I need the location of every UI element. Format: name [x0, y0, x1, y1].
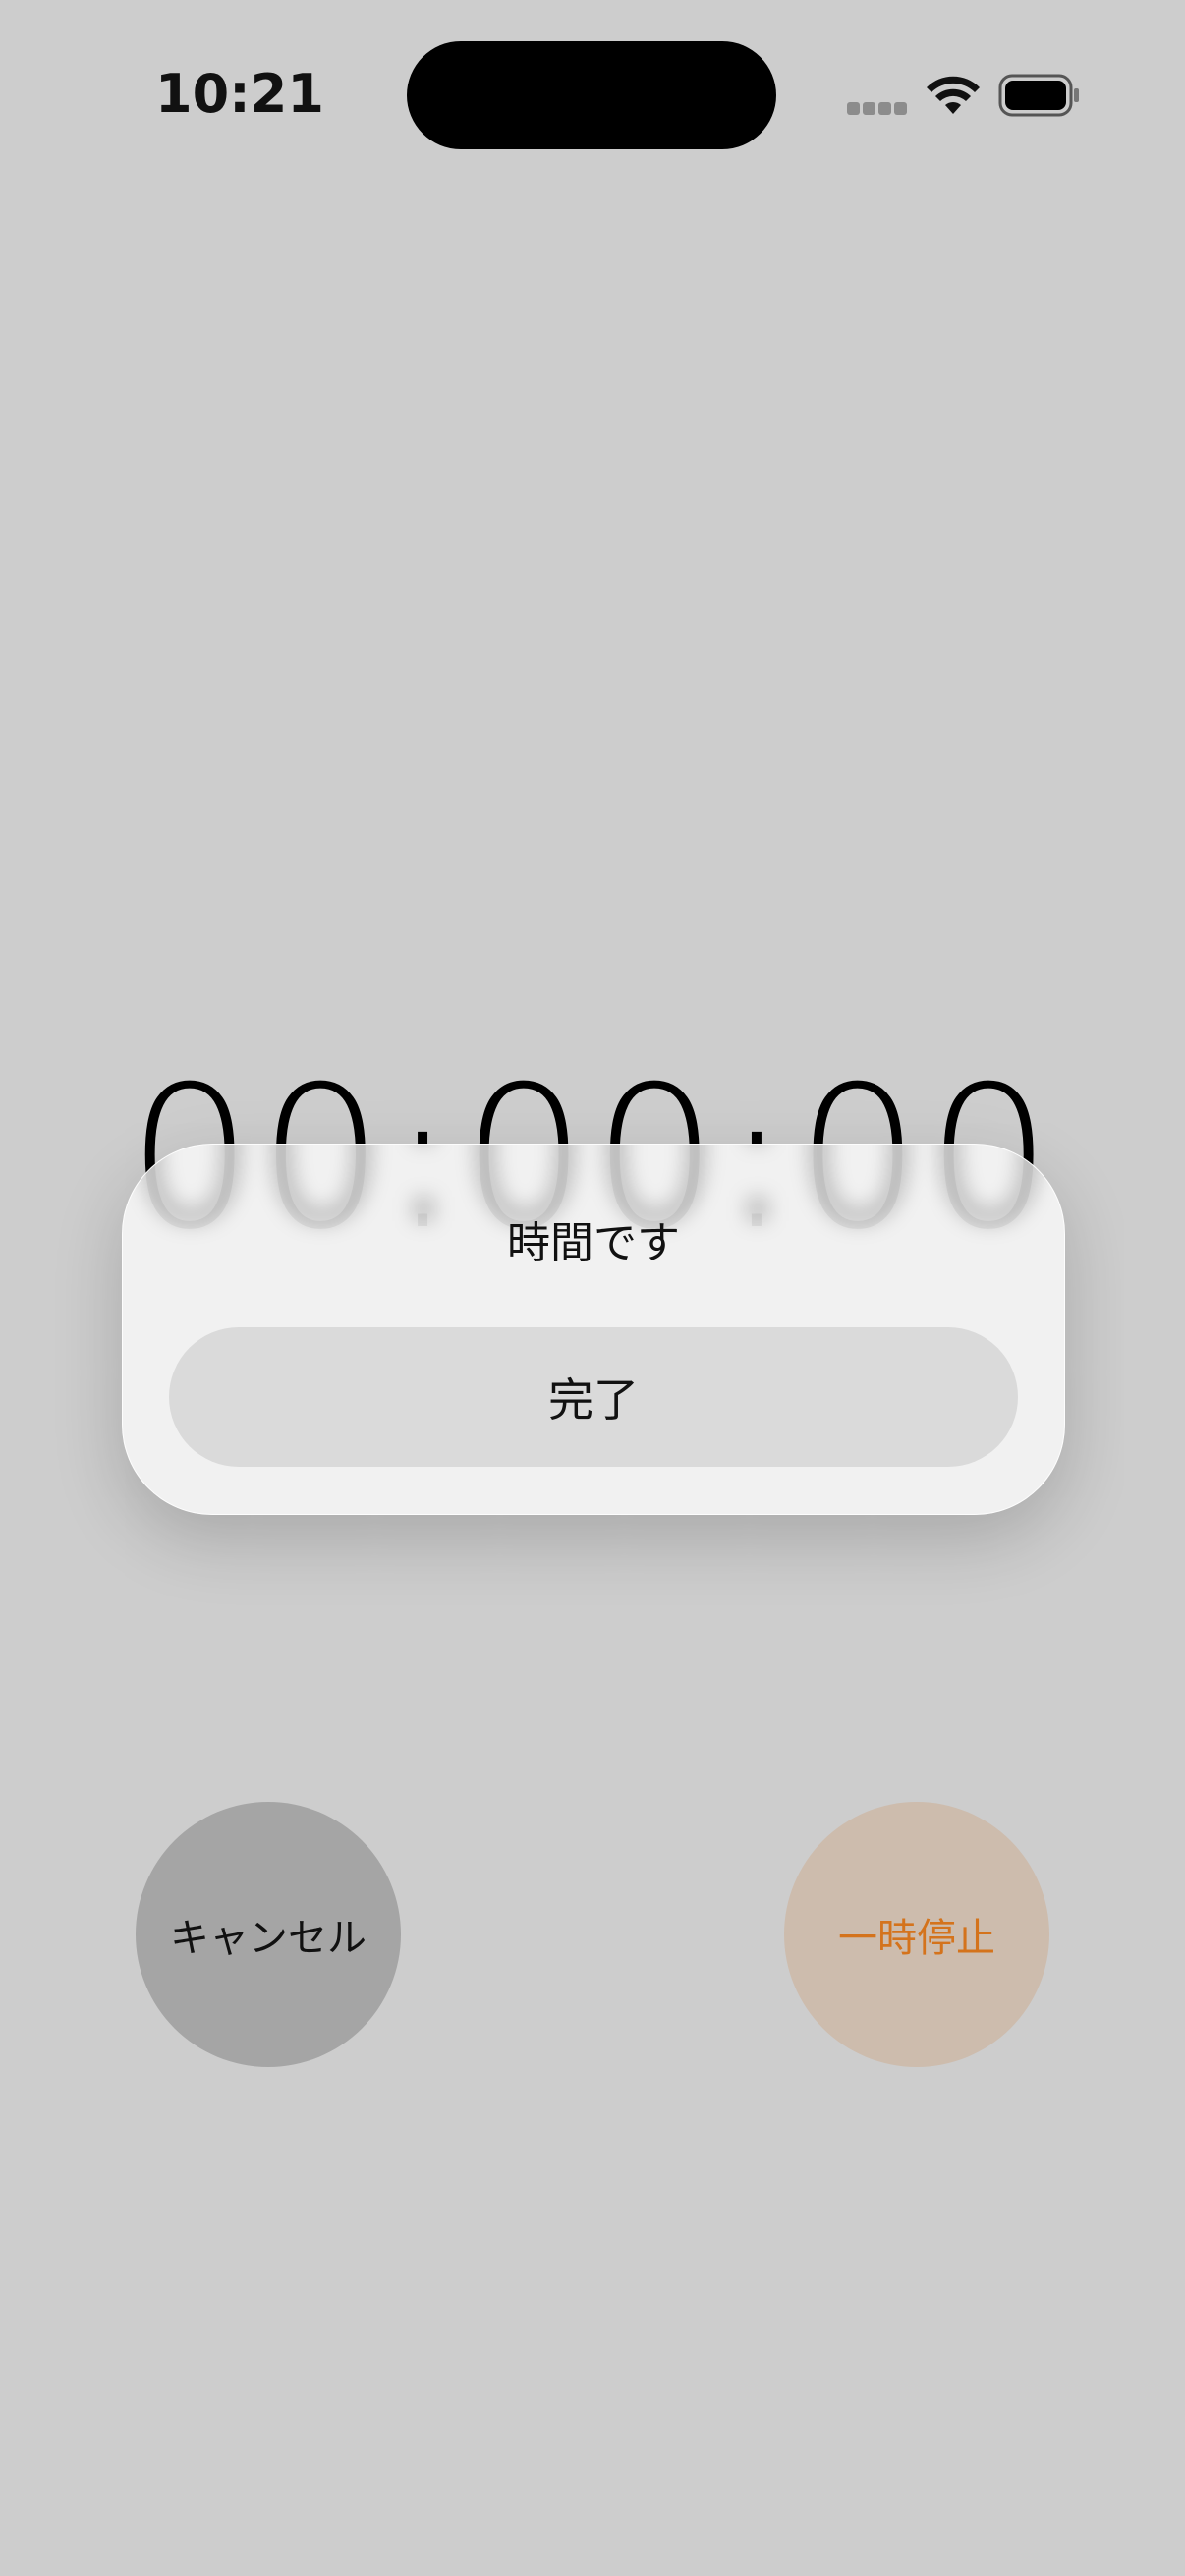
- timer-alert: 00:00:00 時間です 完了: [122, 1144, 1065, 1515]
- status-bar: 10:21: [0, 0, 1185, 196]
- wifi-icon: [927, 76, 980, 114]
- dynamic-island: [407, 41, 776, 149]
- battery-icon: [998, 74, 1079, 117]
- signal-icon: [847, 102, 908, 116]
- cancel-button[interactable]: キャンセル: [136, 1802, 401, 2067]
- done-button[interactable]: 完了: [169, 1327, 1018, 1467]
- pause-button[interactable]: 一時停止: [784, 1802, 1049, 2067]
- alert-title: 時間です: [507, 1218, 680, 1268]
- status-time: 10:21: [155, 63, 324, 125]
